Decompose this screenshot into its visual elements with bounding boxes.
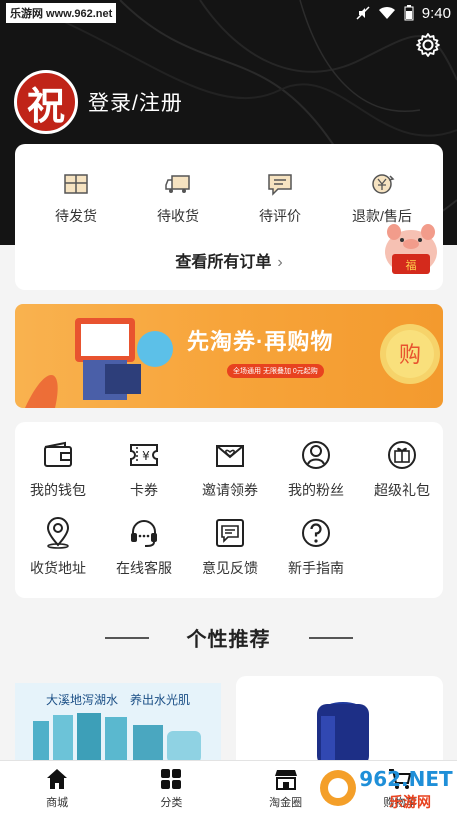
tool-beginner-guide[interactable]: 新手指南 (273, 516, 359, 594)
login-register-link[interactable]: 登录/注册 (88, 87, 183, 117)
product-card[interactable] (236, 676, 443, 766)
feedback-icon (216, 519, 244, 547)
truck-icon (165, 175, 190, 193)
gear-icon[interactable] (414, 31, 442, 59)
recommend-section-title: 个性推荐 (0, 623, 457, 652)
battery-icon (404, 5, 414, 21)
tool-invite[interactable]: 邀请领券 (187, 438, 273, 516)
comment-icon (268, 174, 292, 196)
tab-mall[interactable]: 商城 (0, 761, 114, 814)
divider (308, 636, 353, 639)
coin-text: 购 (399, 343, 421, 368)
invite-icon (216, 445, 244, 467)
avatar[interactable]: 祝 (14, 70, 78, 134)
tools-card: 我的钱包 ¥ 卡券 邀请领券 我的粉丝 超级礼包 收货地址 在线客服 意见反馈 (15, 422, 443, 598)
pig-mascot-icon[interactable]: 福 (380, 222, 442, 280)
fans-icon (302, 441, 330, 469)
tool-coupons[interactable]: ¥ 卡券 (101, 438, 187, 516)
svg-text:¥: ¥ (142, 449, 150, 463)
package-icon (64, 174, 88, 194)
mute-icon (356, 6, 370, 20)
category-icon (161, 769, 182, 789)
tool-wallet[interactable]: 我的钱包 (15, 438, 101, 516)
chevron-right-icon: › (277, 254, 283, 271)
coupon-icon: ¥ (130, 444, 158, 466)
product-card[interactable]: 大溪地泻湖水 养出水光肌 (15, 683, 221, 763)
banner-illustration: 购 (25, 318, 440, 408)
svg-text:乐游网: 乐游网 (389, 794, 431, 811)
tool-feedback[interactable]: 意见反馈 (187, 516, 273, 594)
banner-title: 先淘券·再购物 (187, 329, 334, 354)
location-icon (46, 517, 70, 549)
tool-address[interactable]: 收货地址 (15, 516, 101, 594)
store-icon (274, 770, 297, 790)
promo-banner[interactable]: 购 先淘券·再购物 全场通用 无限叠加 0元起购 (15, 304, 443, 408)
order-pending-receipt[interactable]: 待收货 (133, 170, 223, 226)
watermark-text: 乐游网 www.962.net (6, 3, 117, 23)
help-icon (302, 519, 330, 547)
banner-subtitle: 全场通用 无限叠加 0元起购 (227, 364, 324, 378)
gift-icon (388, 441, 416, 469)
status-bar: 乐游网 www.962.net 9:40 (0, 0, 457, 26)
refund-icon (372, 174, 395, 194)
tool-super-gift[interactable]: 超级礼包 (359, 438, 445, 516)
clock: 9:40 (421, 4, 451, 22)
svg-text:962.NET: 962.NET (359, 767, 453, 791)
orders-card: 待发货 待收货 待评价 退款/售后 查看所有订单 › (15, 144, 443, 290)
order-pending-shipment[interactable]: 待发货 (31, 170, 121, 226)
order-pending-review[interactable]: 待评价 (235, 170, 325, 226)
product-image (317, 702, 369, 766)
wallet-icon (44, 441, 72, 467)
site-logo-watermark: 962.NET 乐游网 (320, 767, 453, 811)
user-login-row[interactable]: 祝 登录/注册 (14, 70, 183, 134)
headset-icon (131, 520, 157, 547)
product-image (33, 713, 201, 763)
view-all-orders-link[interactable]: 查看所有订单 › (15, 248, 443, 272)
divider (104, 636, 149, 639)
svg-text:福: 福 (406, 258, 417, 272)
home-icon (47, 769, 68, 789)
tool-fans[interactable]: 我的粉丝 (273, 438, 359, 516)
order-refund-aftersale[interactable]: 退款/售后 (337, 170, 427, 226)
wifi-icon (378, 6, 395, 19)
tab-category[interactable]: 分类 (114, 761, 228, 814)
tool-online-service[interactable]: 在线客服 (101, 516, 187, 594)
